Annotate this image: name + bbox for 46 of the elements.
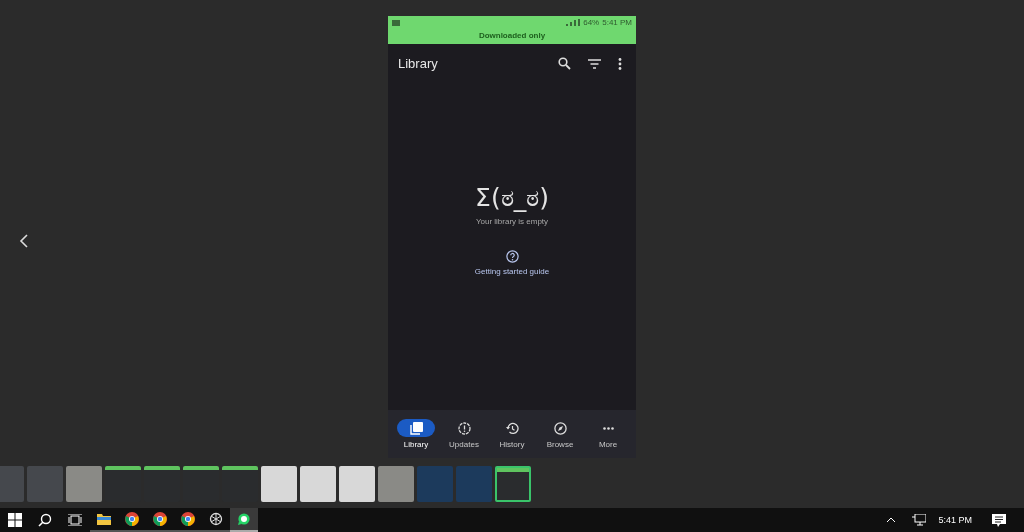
- browser-logo-icon: [181, 512, 195, 526]
- thumbnail[interactable]: [456, 466, 492, 502]
- browse-tab[interactable]: Browse: [537, 419, 583, 449]
- chevron-up-icon[interactable]: [886, 517, 897, 523]
- notification-icon: [392, 19, 400, 26]
- thumbnail[interactable]: [27, 466, 63, 502]
- thumbnail[interactable]: [417, 466, 453, 502]
- battery-level: 64%: [583, 18, 600, 27]
- search-icon[interactable]: [38, 513, 52, 527]
- chat-taskbar-app[interactable]: [230, 508, 258, 532]
- stacked-pages-icon: [409, 421, 423, 435]
- compass-icon: [553, 421, 567, 435]
- library-tab[interactable]: Library: [393, 419, 439, 449]
- getting-started-link[interactable]: Getting started guide: [474, 267, 550, 276]
- signal-icon: [566, 19, 581, 26]
- notification-center-icon[interactable]: [992, 513, 1006, 527]
- thumbnail[interactable]: [261, 466, 297, 502]
- folder-icon: [97, 513, 111, 525]
- more-tab[interactable]: More: [585, 419, 631, 449]
- thumbnail[interactable]: [339, 466, 375, 502]
- windows-start-icon[interactable]: [8, 513, 22, 527]
- updates-tab[interactable]: Updates: [441, 419, 487, 449]
- thumbnail[interactable]: [66, 466, 102, 502]
- browser-logo-icon: [153, 512, 167, 526]
- thumbnail[interactable]: [378, 466, 414, 502]
- help-icon[interactable]: [505, 250, 519, 263]
- history-tab[interactable]: History: [489, 419, 535, 449]
- thumbnail[interactable]: [495, 466, 531, 502]
- task-view-icon[interactable]: [68, 514, 82, 526]
- clock[interactable]: 5:41 PM: [938, 515, 972, 525]
- history-icon: [505, 421, 519, 435]
- network-icon[interactable]: [912, 514, 927, 526]
- browser-logo-icon: [125, 512, 139, 526]
- search-icon[interactable]: [558, 57, 571, 70]
- downloaded-only-banner: Downloaded only: [388, 29, 636, 44]
- status-time: 5:41 PM: [602, 18, 632, 27]
- more-options-icon[interactable]: [618, 57, 622, 70]
- knot-logo-icon: [209, 512, 223, 526]
- app-title: Library: [398, 56, 438, 71]
- chat-bubble-icon: [237, 512, 251, 526]
- alert-badge-icon: [457, 421, 471, 435]
- thumbnail[interactable]: [300, 466, 336, 502]
- more-dots-icon: [602, 426, 614, 430]
- filter-icon[interactable]: [588, 58, 601, 69]
- empty-message: Your library is empty: [475, 217, 549, 226]
- emoticon: Σ(ಠ_ಠ): [475, 183, 549, 213]
